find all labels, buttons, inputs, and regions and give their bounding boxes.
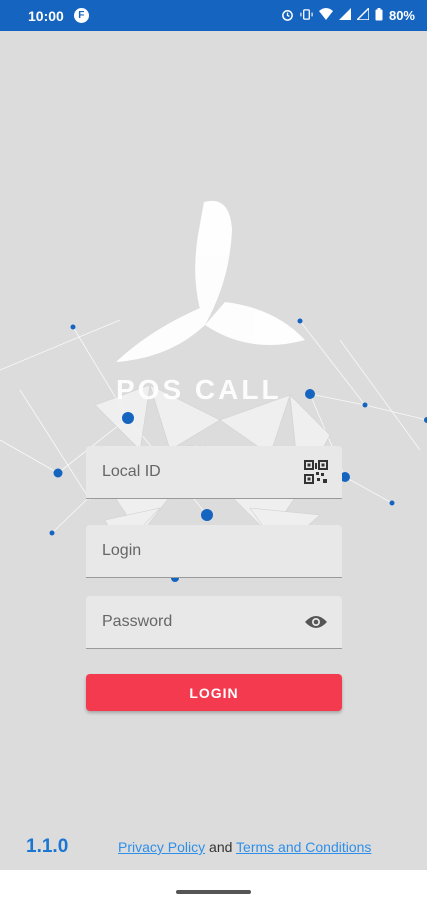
status-icons: 80% (281, 6, 415, 24)
vibrate-icon (300, 8, 313, 24)
signal-icon (338, 8, 351, 23)
wifi-icon (318, 8, 333, 23)
app-version: 1.1.0 (26, 836, 69, 857)
privacy-policy-link[interactable]: Privacy Policy (118, 839, 205, 855)
navigation-bar (0, 870, 427, 900)
battery-level: 80% (388, 8, 415, 23)
local-id-input[interactable] (102, 463, 296, 481)
login-field[interactable] (86, 525, 342, 578)
alarm-icon (281, 8, 294, 24)
qr-code-icon[interactable] (304, 460, 328, 484)
footer: 1.1.0 Privacy Policy and Terms and Condi… (0, 834, 427, 860)
login-input[interactable] (102, 542, 328, 560)
app-notification-icon: F (73, 8, 89, 23)
home-gesture-handle[interactable] (176, 890, 251, 894)
and-text: and (209, 839, 233, 855)
status-time: 10:00 (28, 7, 64, 24)
eye-icon[interactable] (304, 614, 328, 630)
local-id-field[interactable] (86, 446, 342, 499)
battery-icon (375, 7, 383, 24)
terms-link[interactable]: Terms and Conditions (236, 839, 371, 855)
status-bar: 10:00 F 80% (0, 0, 427, 31)
password-input[interactable] (102, 613, 296, 631)
app-logo: POS CALL (116, 374, 282, 405)
login-button[interactable]: LOGIN (86, 674, 342, 711)
password-field[interactable] (86, 596, 342, 649)
legal-links: Privacy Policy and Terms and Conditions (118, 839, 371, 855)
signal-icon (355, 6, 370, 23)
